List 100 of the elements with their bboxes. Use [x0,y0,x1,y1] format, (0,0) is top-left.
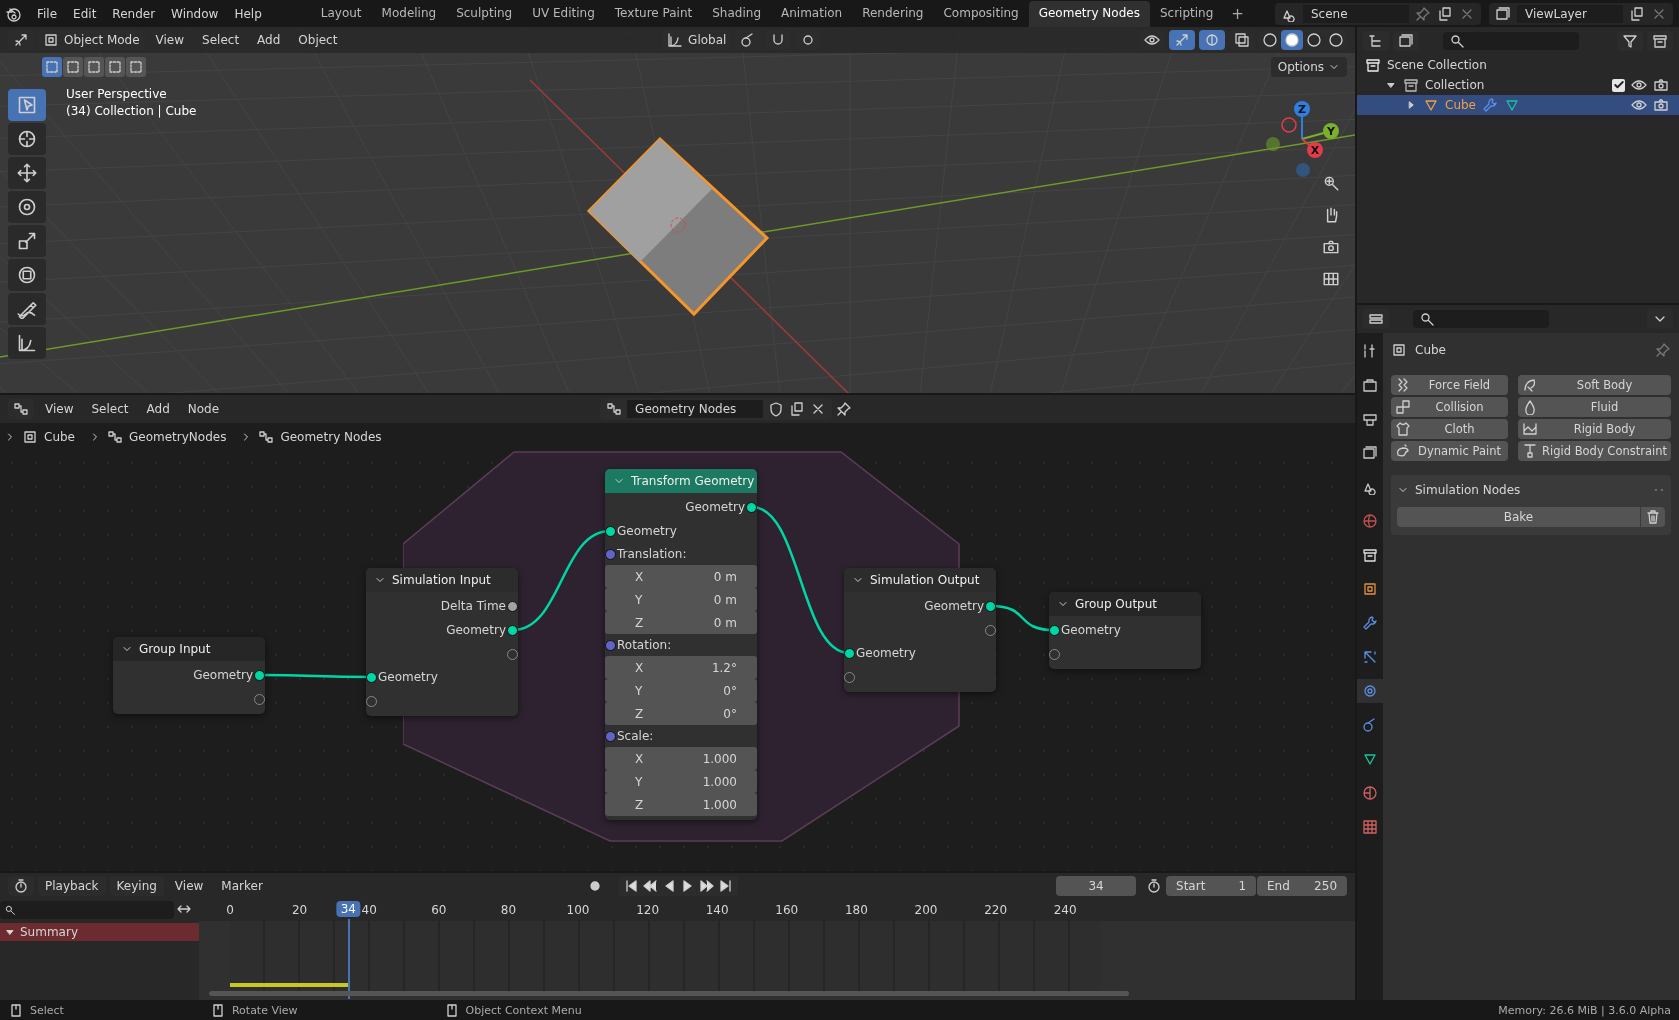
node-card[interactable]: Transform Geometry Geometry Geometry Translation: X 0 m Y 0 m Z 0 m Rotation: X 1.2° Y 0° Z 0° Scale: X 1.000 Y 1.000 Z 1.000 [605,469,757,820]
socket-label: Geometry [1061,623,1121,637]
physics-button[interactable]: Rigid Body Constraint [1518,441,1671,461]
frame-number: 120 [636,903,660,917]
current-frame-field[interactable]: 34 [1056,876,1136,896]
frame-number: 40 [361,903,377,917]
frame-number: 240 [1053,903,1077,917]
object-name: Cube [1415,343,1446,357]
workspace-tab[interactable]: Modeling [371,0,447,27]
outliner-row[interactable]: Collection [1357,75,1679,95]
panel-header[interactable]: Simulation Nodes [1397,479,1665,501]
options-dropdown[interactable]: Options [1270,57,1347,77]
axis-handle[interactable]: Y [1301,123,1339,140]
frame-number: 20 [291,903,308,917]
status-hint: Object Context Menu [465,1003,582,1017]
menu-item[interactable]: View [167,876,211,896]
status-info: Memory: 26.6 MiB | 3.6.0 Alpha [1498,1003,1671,1017]
socket-label: Geometry [446,623,506,637]
socket-label: Translation: [617,547,687,561]
menu-item[interactable]: View [38,399,81,419]
viewport-info-text: (34) Collection | Cube [66,104,197,118]
frame-number: 180 [844,903,868,917]
menu-item[interactable]: Select [195,30,247,50]
menu-item[interactable]: View [148,30,192,50]
frame-number: 200 [914,903,938,917]
menu-item[interactable]: Keying [109,876,164,896]
frame-number: 220 [984,903,1008,917]
workspace-tab[interactable]: Sculpting [446,0,523,27]
menu-item[interactable]: Window [164,3,226,24]
scene-selector[interactable]: Scene [1275,2,1481,25]
breadcrumb[interactable]: GeometryNodes [129,430,227,444]
menu-item[interactable]: Playback [38,876,106,896]
physics-button[interactable]: Fluid [1518,397,1671,417]
node-card[interactable]: Simulation Output Geometry Geometry [844,568,996,692]
menu-item[interactable]: Marker [214,876,270,896]
physics-button[interactable]: Dynamic Paint [1391,441,1509,461]
workspace-tab[interactable]: Compositing [933,0,1029,27]
status-hint: Rotate View [231,1003,298,1017]
menu-item[interactable]: Help [227,3,269,24]
menu-item[interactable]: Node [180,399,227,419]
frame-number: 100 [566,903,590,917]
frame-number: 80 [500,903,517,917]
workspace-tab[interactable]: Layout [310,0,372,27]
node-title: Group Input [139,642,211,656]
bake-button[interactable]: Bake [1397,507,1640,527]
socket-label: Geometry [378,670,438,684]
node-title: Group Output [1075,597,1158,611]
frame-number: 0 [226,903,234,917]
physics-button[interactable]: Rigid Body [1518,419,1671,439]
node-header[interactable]: Simulation Input [366,568,518,592]
menu-item[interactable]: Object [291,30,345,50]
frame-number: 160 [775,903,799,917]
outliner-row[interactable]: Cube [1357,95,1679,115]
outliner-row[interactable]: Scene Collection [1357,55,1679,75]
view-layer-selector[interactable]: ViewLayer [1489,2,1673,25]
node-header[interactable]: Group Output [1049,592,1201,616]
menu-item[interactable]: Select [84,399,136,419]
physics-button[interactable]: Cloth [1391,419,1509,439]
menu-item[interactable]: Add [250,30,288,50]
physics-button[interactable]: Force Field [1391,375,1509,395]
workspace-tab[interactable]: Geometry Nodes [1028,0,1150,27]
playhead-frame[interactable]: 34 [336,901,360,917]
menu-item[interactable]: File [30,3,65,24]
menu-item[interactable]: Edit [66,3,104,24]
node-header[interactable]: Simulation Output [844,568,996,592]
breadcrumb[interactable]: Geometry Nodes [280,430,382,444]
add-workspace-button[interactable]: + [1223,0,1252,27]
workspace-tab[interactable]: Texture Paint [604,0,703,27]
socket-label: Geometry [617,524,677,538]
menu-item[interactable]: Render [105,3,163,24]
status-hint: Select [30,1003,64,1017]
socket-label: Scale: [617,729,654,743]
frame-number: 140 [705,903,729,917]
node-card[interactable]: Group Input Geometry [113,637,265,714]
socket-label: Rotation: [617,638,672,652]
node-header[interactable]: Transform Geometry [605,469,757,493]
physics-button[interactable]: Collision [1391,397,1509,417]
axis-handle[interactable]: Z [1294,101,1310,140]
summary-channel[interactable]: Summary [0,923,199,941]
workspace-tab[interactable]: Shading [702,0,771,27]
workspace-tab[interactable]: Scripting [1149,0,1224,27]
node-title: Simulation Output [870,573,980,587]
node-title: Transform Geometry [631,474,755,488]
breadcrumb[interactable]: Cube [44,430,75,444]
node-header[interactable]: Group Input [113,637,265,661]
socket-label: Geometry [856,646,916,660]
socket-label: Geometry [924,599,984,613]
start-frame-field[interactable]: Start 1 [1166,876,1256,896]
viewport-info-text: User Perspective [66,87,168,101]
node-card[interactable]: Group Output Geometry [1049,592,1201,669]
workspace-tab[interactable]: Animation [771,0,853,27]
workspace-tab[interactable]: Rendering [852,0,934,27]
end-frame-field[interactable]: End 250 [1257,876,1347,896]
node-group-selector[interactable]: Geometry Nodes [600,398,833,420]
node-card[interactable]: Simulation Input Delta Time Geometry Geometry [366,568,518,716]
socket-label: Delta Time [440,599,506,613]
workspace-tab[interactable]: UV Editing [522,0,605,27]
menu-item[interactable]: Add [139,399,177,419]
physics-button[interactable]: Soft Body [1518,375,1671,395]
frame-number: 60 [431,903,447,917]
